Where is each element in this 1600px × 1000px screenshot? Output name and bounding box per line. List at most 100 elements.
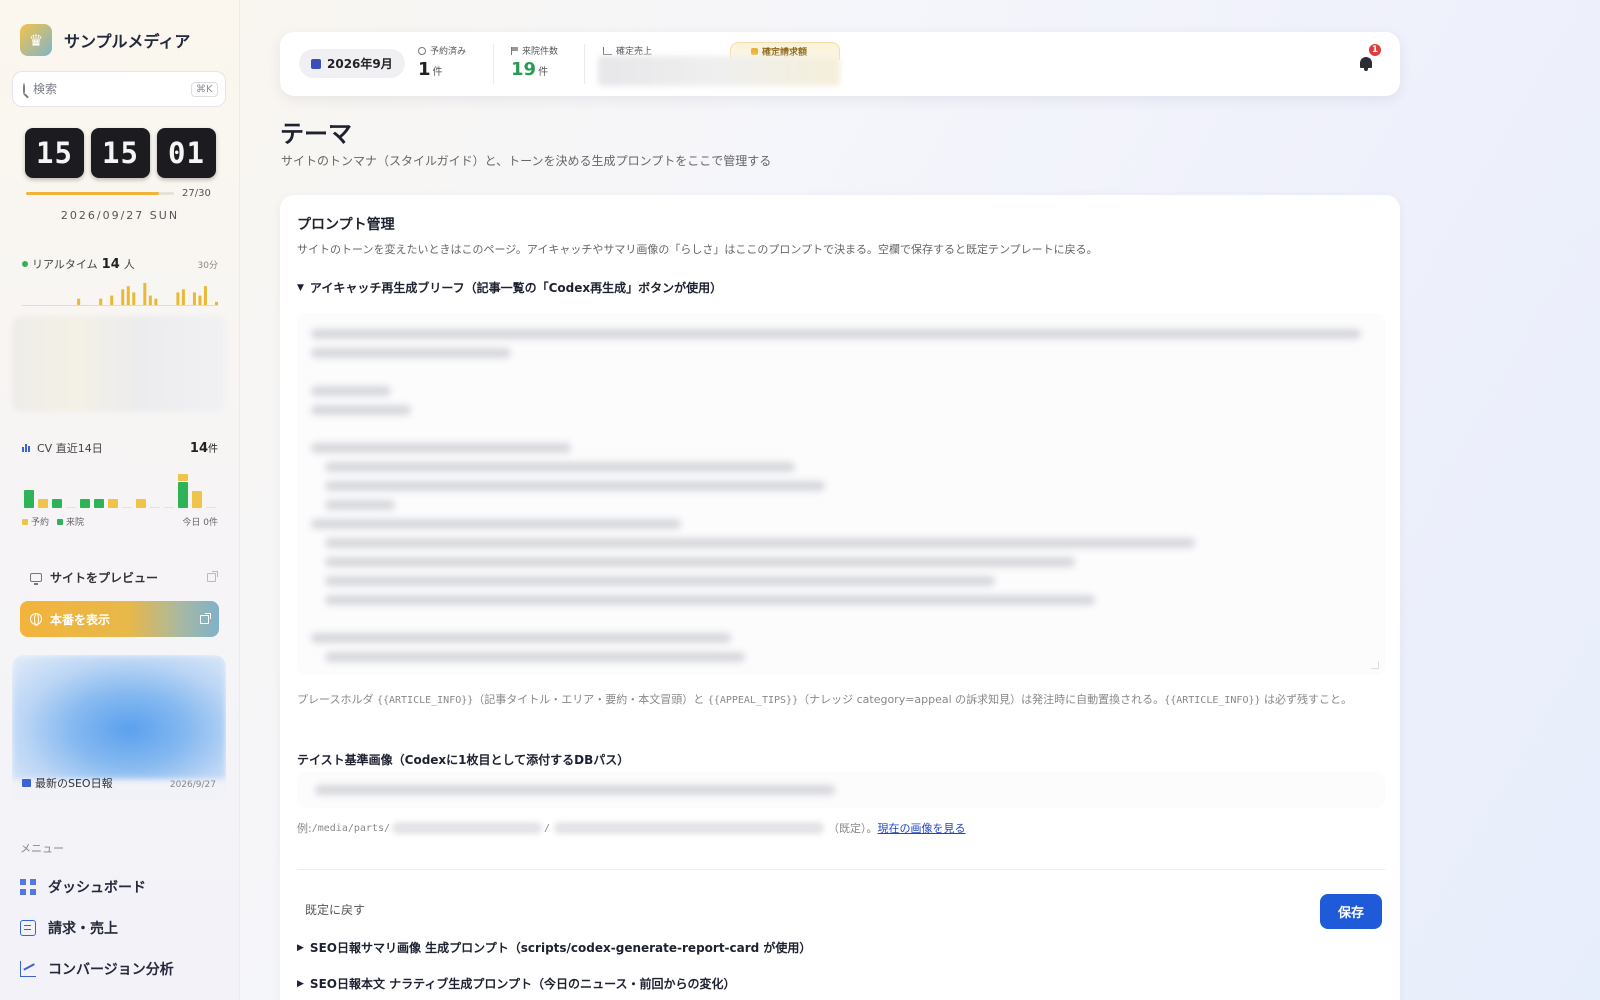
divider bbox=[584, 44, 585, 84]
menu-item-dashboard[interactable]: ダッシュボード bbox=[20, 866, 230, 907]
example-path: /media/parts/ bbox=[311, 822, 390, 834]
menu-item-label: 請求・売上 bbox=[48, 920, 118, 937]
sparkline-bar bbox=[77, 298, 81, 305]
cv-bar-reserve bbox=[178, 474, 188, 481]
divider bbox=[493, 44, 494, 84]
card-title: プロンプト管理 bbox=[297, 217, 395, 233]
cv-bar-reserve bbox=[108, 499, 118, 508]
view-live-button[interactable]: 本番を表示 bbox=[20, 601, 219, 637]
seo-report-thumbnail bbox=[12, 655, 226, 779]
eyecatch-prompt-textarea[interactable] bbox=[297, 313, 1385, 675]
trend-icon bbox=[603, 46, 612, 55]
search-box[interactable]: ⌘K bbox=[12, 71, 226, 107]
page-subtitle: サイトのトンマナ（スタイルガイド）と、トーンを決める生成プロンプトをここで管理す… bbox=[281, 154, 772, 168]
cv-header: CV 直近14日 14件 bbox=[22, 440, 218, 456]
flip-clock: 15 15 01 bbox=[25, 128, 216, 178]
latest-seo-report-card[interactable]: 最新のSEO日報 2026/9/27 bbox=[12, 655, 226, 801]
resize-handle[interactable] bbox=[1371, 661, 1379, 669]
cv-legend: 予約 来院 今日 0件 bbox=[22, 515, 218, 528]
seo-report-date: 2026/9/27 bbox=[169, 780, 216, 790]
sparkline-bar bbox=[148, 295, 152, 305]
stat-visits-unit: 件 bbox=[538, 67, 549, 78]
taste-image-path-input[interactable] bbox=[297, 772, 1385, 808]
cv-bar-visit bbox=[52, 499, 62, 508]
menu-item-billing[interactable]: 請求・売上 bbox=[20, 907, 230, 948]
brand[interactable]: ♛ サンプルメディア bbox=[20, 24, 190, 56]
section-seo-summary-toggle[interactable]: ▶ SEO日報サマリ画像 生成プロンプト（scripts/codex-gener… bbox=[297, 939, 811, 956]
crown-icon: ♛ bbox=[20, 24, 52, 56]
stat-visits-label: 来院件数 bbox=[522, 47, 559, 57]
bar-chart-icon bbox=[22, 443, 30, 452]
view-current-image-link[interactable]: 現在の画像を見る bbox=[878, 820, 966, 836]
clock-icon bbox=[418, 46, 426, 55]
help-text: は必ず残すこと。 bbox=[1260, 693, 1353, 706]
stat-visits: 来院件数 19 件 bbox=[511, 44, 558, 80]
realtime-sparkline bbox=[22, 283, 218, 306]
cv-bar-empty bbox=[66, 507, 76, 508]
example-suffix: （既定）。 bbox=[828, 822, 878, 835]
section-seo-narrative-toggle[interactable]: ▶ SEO日報本文 ナラティブ生成プロンプト（今日のニュース・前回からの変化） bbox=[297, 975, 735, 992]
stats-bar: 2026年9月 予約済み 1件 来院件数 19 件 確定売上 確定請求額 1 bbox=[280, 32, 1400, 96]
cv-bar-reserve bbox=[192, 491, 202, 508]
example-slash: / bbox=[544, 822, 551, 834]
prompt-management-card: プロンプト管理 サイトのトーンを変えたいときはこのページ。アイキャッチやサマリ画… bbox=[280, 195, 1400, 1000]
month-selector[interactable]: 2026年9月 bbox=[299, 49, 405, 78]
seo-report-title: 最新のSEO日報 bbox=[35, 777, 113, 790]
main-menu: ダッシュボード 請求・売上 コンバージョン分析 bbox=[20, 866, 230, 989]
cv-bar-visit bbox=[178, 482, 188, 508]
reset-default-button[interactable]: 既定に戻す bbox=[305, 901, 365, 918]
realtime-label: リアルタイム bbox=[32, 258, 98, 271]
menu-item-conversion[interactable]: コンバージョン分析 bbox=[20, 948, 230, 989]
globe-icon bbox=[30, 613, 42, 626]
grid-icon bbox=[20, 878, 36, 895]
cv-bar-visit bbox=[94, 499, 104, 508]
placeholder-token: {{APPEAL_TIPS}} bbox=[707, 695, 799, 706]
realtime-window: 30分 bbox=[197, 261, 218, 271]
cv-bar-empty bbox=[206, 507, 216, 508]
live-dot-icon bbox=[22, 261, 28, 267]
cv-unit: 件 bbox=[208, 444, 218, 455]
clock-seconds: 01 bbox=[157, 128, 216, 178]
example-prefix: 例: bbox=[297, 822, 312, 835]
site-preview-label: サイトをプレビュー bbox=[50, 570, 159, 585]
external-link-icon bbox=[200, 612, 211, 624]
cv-bar-visit bbox=[80, 499, 90, 508]
monitor-icon bbox=[30, 572, 42, 585]
search-input[interactable] bbox=[33, 82, 183, 96]
sidebar: ♛ サンプルメディア ⌘K 15 15 01 27/30 2026/09/27 … bbox=[0, 0, 240, 1000]
taste-image-example: 例: /media/parts/ / （既定）。 現在の画像を見る bbox=[297, 820, 966, 836]
cv-chart bbox=[24, 474, 216, 508]
blurred-revenue-value bbox=[598, 56, 840, 86]
blurred-path-segment bbox=[554, 822, 825, 834]
sparkline-bar bbox=[181, 289, 185, 305]
save-button[interactable]: 保存 bbox=[1320, 894, 1382, 929]
sparkline-bar bbox=[215, 301, 218, 305]
cv-label: CV 直近14日 bbox=[37, 442, 103, 455]
section-seo-narrative-label: SEO日報本文 ナラティブ生成プロンプト（今日のニュース・前回からの変化） bbox=[309, 977, 736, 991]
search-icon bbox=[23, 83, 25, 95]
search-shortcut: ⌘K bbox=[191, 81, 218, 97]
month-label: 2026年9月 bbox=[327, 57, 393, 71]
bell-icon bbox=[1360, 57, 1372, 71]
invoice-icon bbox=[20, 919, 36, 936]
flag-icon bbox=[511, 46, 518, 55]
legend-visit-swatch bbox=[57, 519, 64, 525]
month-progress-label: 27/30 bbox=[182, 188, 211, 199]
legend-reserve-swatch bbox=[22, 519, 28, 525]
menu-item-label: コンバージョン分析 bbox=[48, 961, 174, 978]
cv-bar-reserve bbox=[38, 499, 48, 508]
sparkline-bar bbox=[99, 298, 103, 305]
help-text: （記事タイトル・エリア・要約・本文冒頭）と bbox=[473, 693, 708, 706]
section-eyecatch-toggle[interactable]: ▼ アイキャッチ再生成ブリーフ（記事一覧の「Codex再生成」ボタンが使用） bbox=[297, 279, 722, 296]
site-preview-button[interactable]: サイトをプレビュー bbox=[20, 566, 218, 588]
current-date: 2026/09/27 SUN bbox=[60, 209, 180, 222]
menu-label: メニュー bbox=[20, 842, 64, 855]
stat-reserved-label: 予約済み bbox=[430, 47, 467, 57]
stat-reserved-value: 1 bbox=[418, 59, 431, 80]
sparkline-bar bbox=[110, 295, 114, 305]
legend-reserve: 予約 bbox=[31, 518, 50, 528]
sparkline-bar bbox=[132, 292, 136, 305]
cv-today: 今日 0件 bbox=[182, 518, 218, 528]
clock-hours: 15 bbox=[25, 128, 84, 178]
brand-name: サンプルメディア bbox=[64, 32, 191, 51]
